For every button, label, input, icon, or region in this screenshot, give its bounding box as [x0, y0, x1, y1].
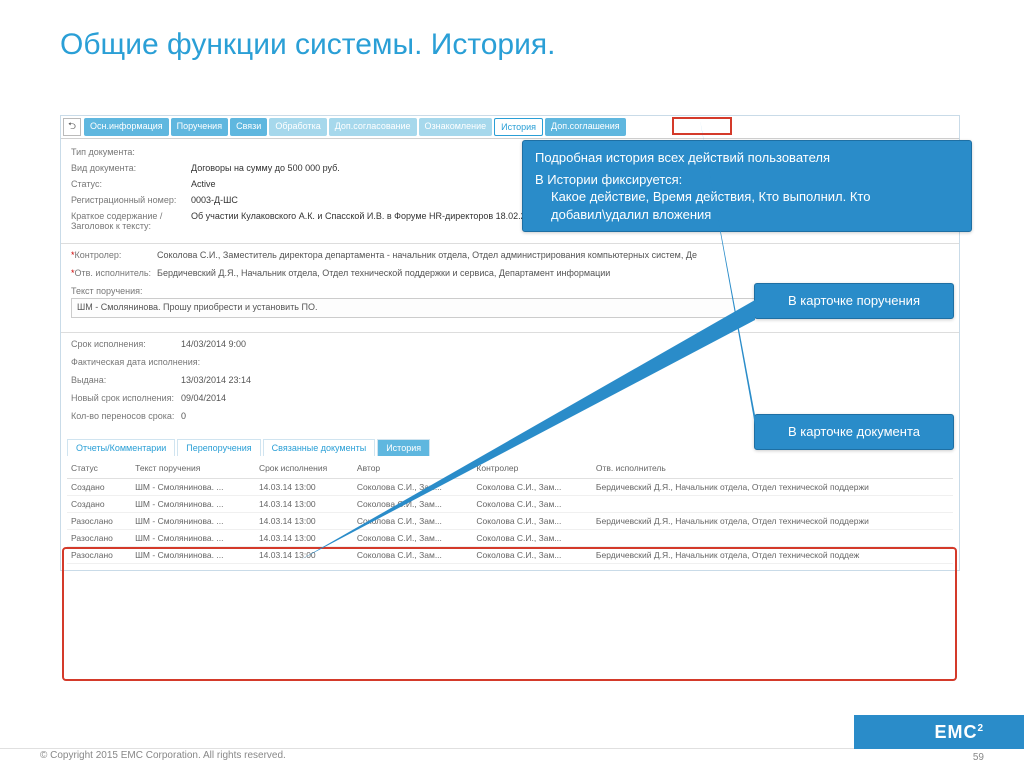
subtab-otchety[interactable]: Отчеты/Комментарии [67, 439, 175, 456]
label-kontroler: Контролер: [75, 250, 155, 260]
page-number: 59 [973, 752, 984, 763]
value-newsrok: 09/04/2014 [181, 393, 226, 403]
tab-istoriya[interactable]: История [494, 118, 543, 136]
value-kontroler: Соколова С.И., Заместитель директора деп… [157, 250, 697, 260]
subtab-pereporuch[interactable]: Перепоручения [177, 439, 260, 456]
slide-title: Общие функции системы. История. [0, 0, 1024, 62]
th-status[interactable]: Статус [67, 458, 131, 479]
value-kratko: Об участии Кулаковского А.К. и Спасской … [191, 211, 541, 231]
table-cell: 14.03.14 13:00 [255, 530, 353, 547]
subtab-istoriya[interactable]: История [377, 439, 430, 456]
tab-dop-sogl2[interactable]: Доп.соглашения [545, 118, 626, 136]
label-vid: Вид документа: [71, 163, 191, 173]
table-cell: Соколова С.И., Зам... [472, 496, 592, 513]
table-cell: ШМ - Смолянинова. ... [131, 513, 255, 530]
table-cell: 14.03.14 13:00 [255, 547, 353, 564]
th-ispolnitel[interactable]: Отв. исполнитель [592, 458, 953, 479]
main-tabs: ⮌ Осн.информация Поручения Связи Обработ… [61, 116, 959, 139]
table-cell: Соколова С.И., Зам... [353, 530, 473, 547]
callout-c1-text: В карточке поручения [788, 293, 920, 308]
table-cell: Соколова С.И., Зам... [472, 547, 592, 564]
value-vid: Договоры на сумму до 500 000 руб. [191, 163, 340, 173]
label-newsrok: Новый срок исполнения: [71, 393, 181, 403]
label-tip: Тип документа: [71, 147, 191, 157]
label-srok: Срок исполнения: [71, 339, 181, 349]
tab-porucheniya[interactable]: Поручения [171, 118, 228, 136]
subtab-svyaz-doc[interactable]: Связанные документы [263, 439, 376, 456]
table-cell: Соколова С.И., Зам... [472, 530, 592, 547]
table-cell [592, 530, 953, 547]
footer: EMC2 © Copyright 2015 EMC Corporation. A… [0, 719, 1024, 767]
table-cell: ШМ - Смолянинова. ... [131, 530, 255, 547]
table-cell [592, 496, 953, 513]
table-cell: 14.03.14 13:00 [255, 496, 353, 513]
table-cell: Создано [67, 496, 131, 513]
label-status: Статус: [71, 179, 191, 189]
value-status: Active [191, 179, 216, 189]
history-table: Статус Текст поручения Срок исполнения А… [67, 458, 953, 564]
table-cell: Соколова С.И., Зам... [472, 513, 592, 530]
tab-svyazi[interactable]: Связи [230, 118, 267, 136]
back-icon[interactable]: ⮌ [63, 118, 81, 136]
copyright-text: © Copyright 2015 EMC Corporation. All ri… [40, 750, 286, 761]
table-row[interactable]: СозданоШМ - Смолянинова. ...14.03.14 13:… [67, 479, 953, 496]
table-cell: Создано [67, 479, 131, 496]
tab-dop-sogl[interactable]: Доп.согласование [329, 118, 417, 136]
value-ispolnitel: Бердичевский Д.Я., Начальник отдела, Отд… [157, 268, 610, 278]
table-row[interactable]: СозданоШМ - Смолянинова. ...14.03.14 13:… [67, 496, 953, 513]
table-cell: Соколова С.И., Зам... [353, 547, 473, 564]
table-row[interactable]: РазосланоШМ - Смолянинова. ...14.03.14 1… [67, 547, 953, 564]
table-cell: 14.03.14 13:00 [255, 479, 353, 496]
tab-osn[interactable]: Осн.информация [84, 118, 169, 136]
value-kolvo: 0 [181, 411, 186, 421]
table-cell: 14.03.14 13:00 [255, 513, 353, 530]
table-cell: Разослано [67, 547, 131, 564]
label-task-text: Текст поручения: [71, 286, 151, 296]
table-cell: Соколова С.И., Зам... [472, 479, 592, 496]
table-cell: Бердичевский Д.Я., Начальник отдела, Отд… [592, 479, 953, 496]
label-fakt: Фактическая дата исполнения: [71, 357, 200, 367]
tab-obrabotka[interactable]: Обработка [269, 118, 326, 136]
table-cell: Соколова С.И., Зам... [353, 479, 473, 496]
value-regnum: 0003-Д-ШС [191, 195, 238, 205]
table-cell: Разослано [67, 530, 131, 547]
th-kontroler[interactable]: Контролер [472, 458, 592, 479]
table-cell: ШМ - Смолянинова. ... [131, 547, 255, 564]
table-cell: Бердичевский Д.Я., Начальник отдела, Отд… [592, 547, 953, 564]
table-cell: ШМ - Смолянинова. ... [131, 479, 255, 496]
value-vydana: 13/03/2014 23:14 [181, 375, 251, 385]
callout-card-task: В карточке поручения [754, 283, 954, 319]
label-vydana: Выдана: [71, 375, 181, 385]
label-kratko: Краткое содержание / Заголовок к тексту: [71, 211, 191, 231]
callout-c2-tail [700, 115, 760, 425]
table-cell: Бердичевский Д.Я., Начальник отдела, Отд… [592, 513, 953, 530]
table-cell: ШМ - Смолянинова. ... [131, 496, 255, 513]
label-kolvo: Кол-во переносов срока: [71, 411, 181, 421]
callout-c2-text: В карточке документа [788, 424, 920, 439]
value-srok: 14/03/2014 9:00 [181, 339, 246, 349]
table-row[interactable]: РазосланоШМ - Смолянинова. ...14.03.14 1… [67, 513, 953, 530]
label-ispolnitel: Отв. исполнитель: [75, 268, 155, 278]
tab-oznakom[interactable]: Ознакомление [419, 118, 493, 136]
brand-logo: EMC2 [934, 722, 984, 743]
th-text[interactable]: Текст поручения [131, 458, 255, 479]
table-row[interactable]: РазосланоШМ - Смолянинова. ...14.03.14 1… [67, 530, 953, 547]
table-cell: Разослано [67, 513, 131, 530]
th-srok[interactable]: Срок исполнения [255, 458, 353, 479]
callout-card-doc: В карточке документа [754, 414, 954, 450]
label-regnum: Регистрационный номер: [71, 195, 191, 205]
